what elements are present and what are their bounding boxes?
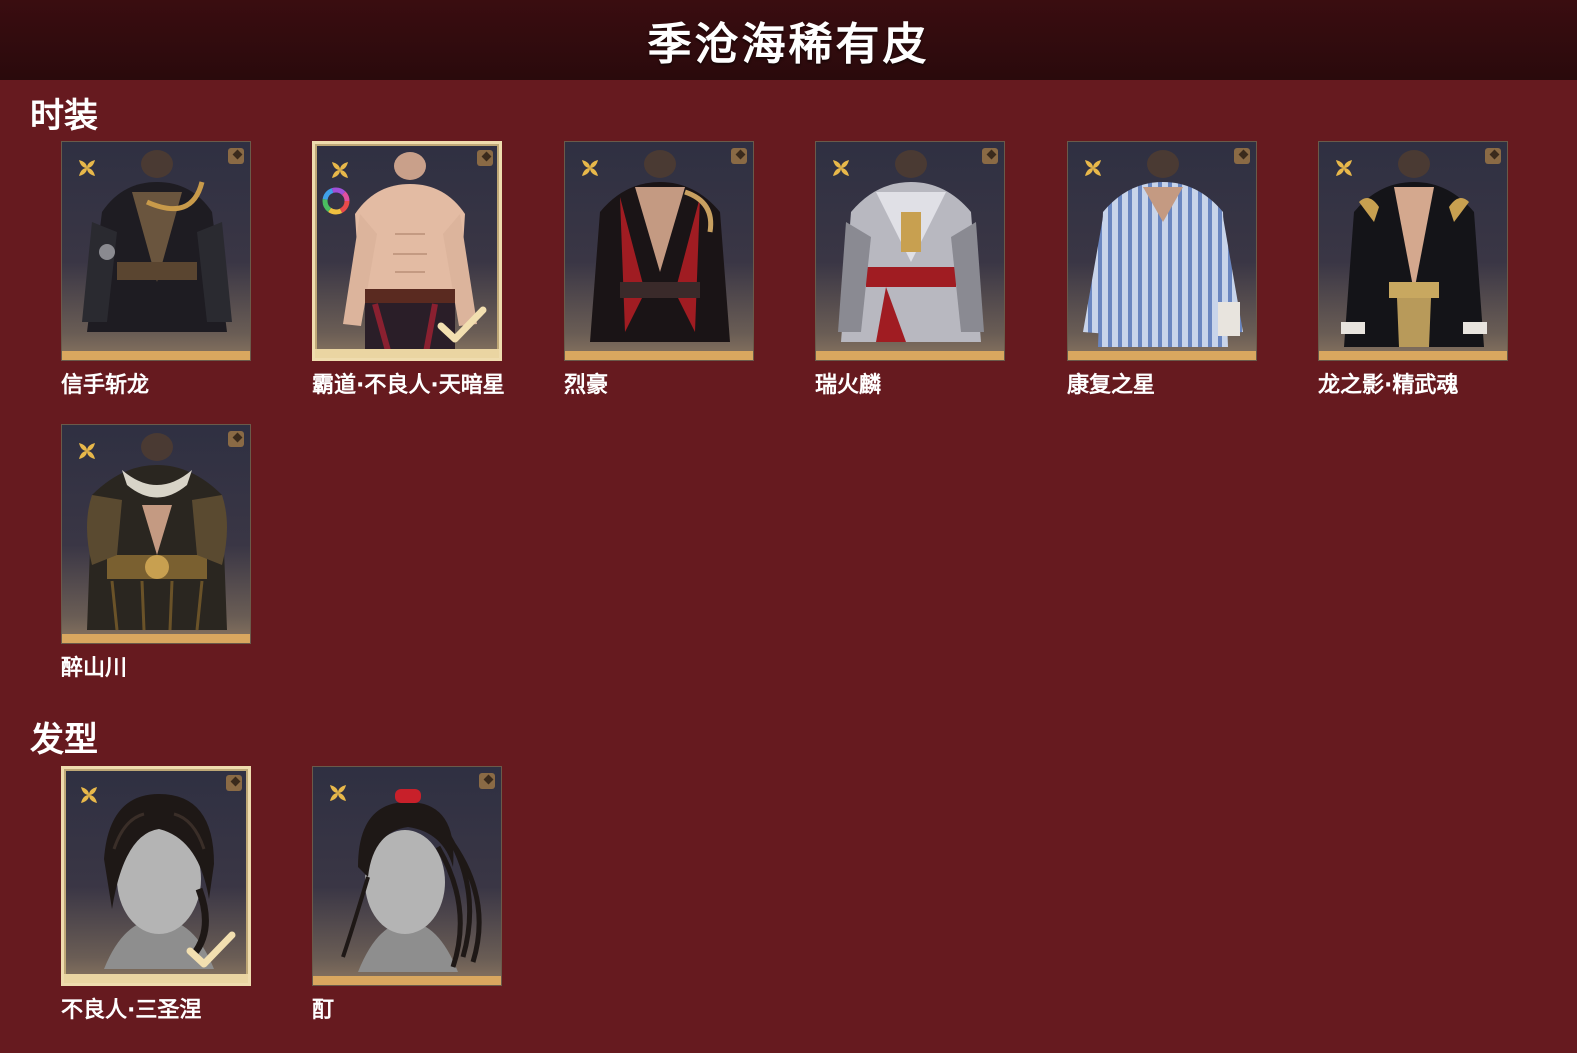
outfit-card[interactable]: 信手斩龙 [61, 141, 251, 398]
rarity-bar [62, 351, 250, 360]
rarity-star-icon [81, 787, 97, 803]
rarity-bar [64, 974, 248, 983]
checkmark-icon [437, 306, 487, 343]
outfit-label: 烈豪 [564, 373, 609, 398]
page-title: 季沧海稀有皮 [647, 19, 930, 70]
outfit-label: 瑞火麟 [815, 373, 882, 398]
rarity-star-icon [582, 160, 598, 176]
hairstyle-label: 酊 [312, 998, 335, 1023]
checkmark-icon [186, 931, 236, 968]
corner-badge-icon [982, 148, 998, 164]
rarity-star-icon [79, 160, 95, 176]
outfit-thumbnail [312, 141, 502, 361]
outfit-thumbnail [1318, 141, 1508, 361]
outfit-thumbnail [564, 141, 754, 361]
corner-badge-icon [477, 150, 493, 166]
outfit-label: 康复之星 [1067, 373, 1156, 398]
corner-badge-icon [479, 773, 495, 789]
outfit-label: 信手斩龙 [61, 373, 150, 398]
rarity-bar [816, 351, 1004, 360]
rarity-star-icon [1085, 160, 1101, 176]
outfit-label: 龙之影·精武魂 [1318, 373, 1459, 398]
rarity-bar [313, 976, 501, 985]
outfit-thumbnail [1067, 141, 1257, 361]
page-header: 季沧海稀有皮 [0, 0, 1577, 80]
rarity-bar [1319, 351, 1507, 360]
rarity-bar [315, 349, 499, 358]
outfit-thumbnail [61, 424, 251, 644]
corner-badge-icon [226, 775, 242, 791]
rarity-star-icon [79, 443, 95, 459]
hairstyle-label: 不良人·三圣涅 [61, 998, 202, 1023]
outfit-thumbnail [61, 141, 251, 361]
outfit-card-selected[interactable]: 霸道·不良人·天暗星 [312, 141, 505, 398]
corner-badge-icon [731, 148, 747, 164]
section-title-outfits: 时装 [30, 96, 98, 136]
corner-badge-icon [1485, 148, 1501, 164]
hairstyle-card[interactable]: 酊 [312, 766, 502, 1023]
outfit-card[interactable]: 龙之影·精武魂 [1318, 141, 1508, 398]
outfit-card[interactable]: 瑞火麟 [815, 141, 1005, 398]
hairstyle-thumbnail [312, 766, 502, 986]
hairstyle-thumbnail [61, 766, 251, 986]
rarity-star-icon [332, 162, 348, 178]
outfit-label: 霸道·不良人·天暗星 [312, 373, 505, 398]
rarity-star-icon [833, 160, 849, 176]
rarity-bar [1068, 351, 1256, 360]
rarity-bar [565, 351, 753, 360]
outfit-card[interactable]: 醉山川 [61, 424, 251, 681]
hairstyle-card-selected[interactable]: 不良人·三圣涅 [61, 766, 251, 1023]
corner-badge-icon [1234, 148, 1250, 164]
outfit-card[interactable]: 康复之星 [1067, 141, 1257, 398]
outfit-thumbnail [815, 141, 1005, 361]
rarity-star-icon [1336, 160, 1352, 176]
color-dye-icon [322, 187, 350, 215]
section-title-hairstyles: 发型 [30, 720, 98, 760]
outfit-card[interactable]: 烈豪 [564, 141, 754, 398]
corner-badge-icon [228, 148, 244, 164]
outfit-label: 醉山川 [61, 656, 128, 681]
rarity-bar [62, 634, 250, 643]
rarity-star-icon [330, 785, 346, 801]
corner-badge-icon [228, 431, 244, 447]
